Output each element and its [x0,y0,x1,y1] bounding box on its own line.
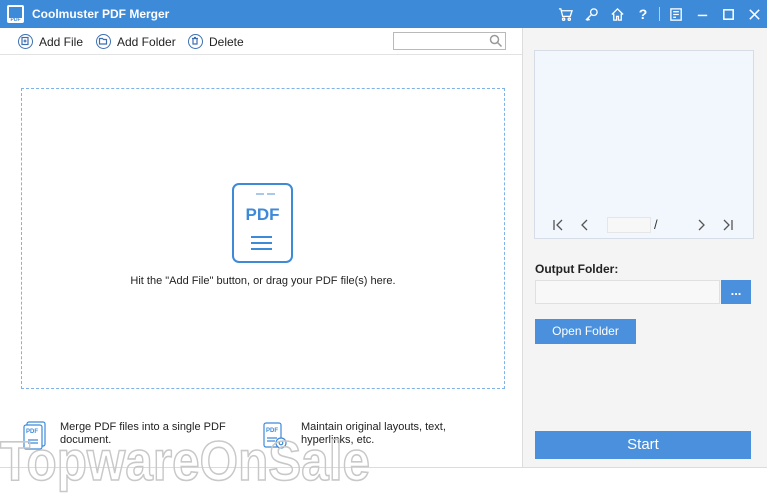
page-separator: / [654,217,658,232]
close-icon[interactable] [741,0,767,28]
previous-page-icon[interactable] [578,218,592,232]
delete-button[interactable]: Delete [188,33,244,50]
output-folder-label: Output Folder: [535,262,619,276]
help-icon[interactable]: ? [630,0,656,28]
pdf-preview: / [534,50,754,239]
browse-button[interactable]: ... [721,280,751,304]
first-page-icon[interactable] [551,218,565,232]
watermark: TopwareOnSale [0,428,371,493]
app-logo-text: PDF [10,17,21,23]
watermark-text: TopwareOnSale [0,429,370,492]
start-button[interactable]: Start [535,431,751,459]
output-folder-field[interactable] [535,280,720,304]
add-folder-icon [96,34,111,49]
delete-label: Delete [209,34,244,49]
open-folder-button[interactable]: Open Folder [535,319,636,344]
toolbar: Add File Add Folder Delete [0,28,522,55]
file-list-pane: PDF Hit the "Add File" button, or drag y… [0,55,522,467]
add-file-button[interactable]: Add File [18,33,83,50]
delete-icon [188,34,203,49]
page-number-input[interactable] [607,217,651,233]
add-file-icon [18,34,33,49]
feedback-icon[interactable] [663,0,689,28]
output-pane: / Output Folder: ... Open Folder Start [523,28,767,467]
add-file-label: Add File [39,34,84,49]
drop-hint: Hit the "Add File" button, or drag your … [130,275,396,287]
last-page-icon[interactable] [721,218,735,232]
cart-icon[interactable] [552,0,578,28]
title-separator [659,7,660,21]
pdf-document-icon-text: PDF [245,205,280,224]
add-folder-label: Add Folder [117,34,176,49]
title-bar: PDF Coolmuster PDF Merger ? [0,0,767,28]
search-input[interactable] [393,32,506,50]
home-icon[interactable] [604,0,630,28]
minimize-icon[interactable] [689,0,715,28]
app-logo-icon: PDF [7,5,24,23]
window-title: Coolmuster PDF Merger [32,7,170,21]
pdf-document-icon: PDF [232,183,293,263]
drop-zone[interactable]: PDF Hit the "Add File" button, or drag y… [21,88,505,389]
next-page-icon[interactable] [694,218,708,232]
add-folder-button[interactable]: Add Folder [96,33,176,50]
preview-navigation: / [535,212,753,238]
search-icon[interactable] [489,34,503,48]
maximize-icon[interactable] [715,0,741,28]
key-icon[interactable] [578,0,604,28]
help-glyph: ? [638,6,648,22]
